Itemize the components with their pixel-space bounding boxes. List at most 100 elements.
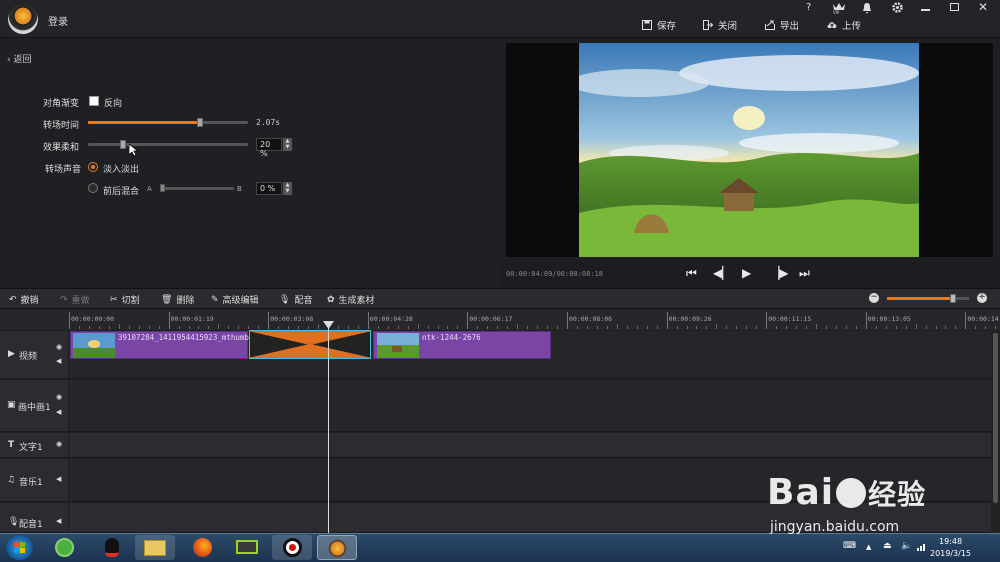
mix-input[interactable]: 0 %	[256, 182, 282, 195]
play-icon[interactable]: ▶	[742, 266, 751, 280]
previous-frame-icon[interactable]: ◀▏	[713, 266, 731, 280]
softness-slider-track[interactable]	[88, 143, 248, 146]
ruler-minor-tick	[218, 324, 220, 329]
minimize-icon[interactable]	[921, 9, 930, 11]
ruler-tick-label: 00:00:04:28	[369, 315, 413, 323]
clip-1-name: 39107284_1411954415923_mthumb	[118, 333, 249, 342]
undo-button[interactable]: ↶ 撤销	[9, 293, 39, 307]
transition-clip[interactable]	[249, 330, 371, 359]
back-button[interactable]: ‹ 返回	[7, 52, 31, 65]
ruler-minor-tick	[736, 326, 738, 329]
ruler-corner	[0, 310, 69, 330]
ruler-minor-tick	[696, 326, 698, 329]
keyboard-icon[interactable]: ⌨	[843, 541, 856, 551]
ruler-minor-tick	[158, 326, 160, 329]
delete-button[interactable]: 🗑 删除	[161, 293, 194, 307]
ruler-minor-tick	[586, 326, 588, 329]
speaker-icon[interactable]: ◀	[56, 357, 61, 365]
dub-label: 配音	[294, 296, 313, 306]
playhead-line[interactable]	[328, 322, 329, 533]
skip-to-end-icon[interactable]: ⏭	[799, 266, 810, 281]
eye-icon[interactable]: ◉	[56, 393, 62, 401]
video-clip-1[interactable]: 39107284_1411954415923_mthumb	[70, 331, 249, 359]
zoom-out-icon[interactable]: −	[869, 293, 879, 303]
taskbar-app-video-editor[interactable]	[317, 535, 357, 560]
softness-input[interactable]: 20 %	[256, 138, 282, 158]
watermark-bai: Bai	[767, 472, 835, 513]
eye-icon[interactable]: ◉	[56, 440, 62, 448]
speaker-icon[interactable]: ◀	[56, 517, 61, 525]
ruler-major-tick	[965, 312, 967, 329]
ruler-tick-label: 00:00:03:08	[270, 315, 314, 323]
mix-spinner[interactable]: ▲ ▼	[283, 182, 292, 195]
taskbar-app-explorer[interactable]	[135, 535, 175, 560]
softness-spinner[interactable]: ▲ ▼	[283, 138, 292, 151]
ruler-minor-tick	[527, 326, 529, 329]
speaker-icon[interactable]: ◀	[56, 408, 61, 416]
cut-button[interactable]: ✂ 切割	[110, 293, 140, 307]
cut-label: 切割	[121, 296, 140, 306]
tray-expand-icon[interactable]: ▲	[866, 543, 871, 551]
reverse-checkbox[interactable]	[89, 96, 99, 106]
ruler-minor-tick	[975, 326, 977, 329]
duration-slider-thumb[interactable]	[197, 118, 203, 127]
softness-slider-thumb[interactable]	[120, 140, 126, 149]
ruler-minor-tick	[248, 326, 250, 329]
ruler-minor-tick	[616, 324, 618, 329]
dub-button[interactable]: 🎙 配音	[279, 293, 313, 307]
maximize-icon[interactable]	[950, 3, 959, 11]
save-button[interactable]: 保存	[642, 18, 676, 32]
export-button[interactable]: 导出	[765, 18, 799, 32]
usb-icon[interactable]: ⏏	[883, 541, 892, 551]
volume-icon[interactable]: 🔈	[901, 541, 912, 551]
ruler-minor-tick	[497, 326, 499, 329]
text-t-icon: T	[8, 440, 15, 450]
video-clip-2[interactable]: ntk-1244-2676	[373, 331, 551, 359]
ruler-minor-tick	[636, 326, 638, 329]
timeline-scrollbar[interactable]	[991, 331, 1000, 533]
close-button[interactable]: 关闭	[703, 18, 737, 32]
login-link[interactable]: 登录	[48, 13, 68, 28]
skip-to-start-icon[interactable]: ⏮	[686, 266, 697, 281]
playhead-marker-icon[interactable]	[323, 321, 334, 332]
film-reel-icon: ✿	[327, 294, 335, 305]
speaker-icon[interactable]: ◀	[56, 475, 61, 483]
fade-label: 淡入淡出	[103, 165, 140, 175]
next-frame-icon[interactable]: ▕▶	[770, 266, 788, 280]
mix-radio[interactable]	[88, 183, 98, 193]
bell-icon[interactable]	[862, 3, 872, 17]
ruler-minor-tick	[477, 326, 479, 329]
fade-radio[interactable]	[88, 162, 98, 172]
track-head-video: ▶ 视频 ◉ ◀	[0, 331, 68, 379]
generate-material-button[interactable]: ✿ 生成素材	[327, 293, 375, 307]
track-pip[interactable]	[69, 380, 991, 432]
ruler-minor-tick	[895, 326, 897, 329]
mouse-cursor-icon	[128, 143, 140, 160]
ruler-minor-tick	[258, 326, 260, 329]
taskbar-app-recorder[interactable]	[272, 535, 312, 560]
taskbar-app-firefox[interactable]	[182, 535, 222, 560]
help-icon[interactable]: ?	[806, 2, 811, 13]
mix-slider-track[interactable]	[160, 187, 234, 190]
watermark-url: jingyan.baidu.com	[770, 519, 900, 535]
vip-icon[interactable]: VIP	[832, 2, 846, 15]
ruler-minor-tick	[507, 326, 509, 329]
eye-icon[interactable]: ◉	[56, 343, 62, 351]
taskbar-app-qq[interactable]	[92, 535, 132, 560]
taskbar-app-media[interactable]	[227, 535, 267, 560]
mix-slider-thumb[interactable]	[160, 184, 165, 192]
redo-button[interactable]: ↷ 重做	[60, 293, 90, 307]
start-button[interactable]	[6, 535, 33, 560]
zoom-slider-thumb[interactable]	[949, 294, 956, 303]
clip-thumbnail	[377, 333, 419, 358]
close-window-icon[interactable]: ✕	[978, 0, 988, 14]
ruler-major-tick	[666, 312, 668, 329]
network-icon[interactable]	[917, 542, 927, 554]
taskbar-app-360[interactable]	[44, 535, 84, 560]
zoom-in-icon[interactable]: +	[977, 293, 987, 303]
ruler-minor-tick	[576, 326, 578, 329]
paw-icon	[836, 478, 867, 508]
gear-icon[interactable]	[892, 2, 903, 16]
upload-button[interactable]: 上传	[827, 18, 861, 32]
advanced-edit-button[interactable]: ✎ 高级编辑	[211, 293, 259, 307]
